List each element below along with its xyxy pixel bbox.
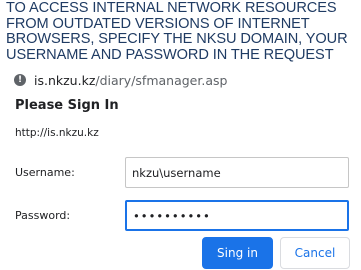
url-host: is.nkzu.kz bbox=[34, 72, 96, 88]
password-label: Password: bbox=[15, 209, 71, 222]
url-path: /diary/sfmanager.asp bbox=[95, 72, 228, 88]
info-icon[interactable]: ! bbox=[14, 74, 26, 86]
instruction-banner: TO ACCESS INTERNAL NETWORK RESOURCES FRO… bbox=[6, 0, 348, 63]
username-field[interactable] bbox=[125, 157, 349, 188]
site-url: http://is.nkzu.kz bbox=[15, 127, 99, 139]
sign-in-button[interactable]: Sing in bbox=[202, 237, 273, 269]
dialog-title: Please Sign In bbox=[15, 98, 119, 113]
cancel-button[interactable]: Cancel bbox=[280, 237, 350, 269]
address-bar: ! is.nkzu.kz/diary/sfmanager.asp bbox=[14, 71, 227, 89]
username-label: Username: bbox=[15, 166, 75, 179]
password-field[interactable] bbox=[125, 200, 349, 231]
url-text: is.nkzu.kz/diary/sfmanager.asp bbox=[34, 73, 227, 88]
